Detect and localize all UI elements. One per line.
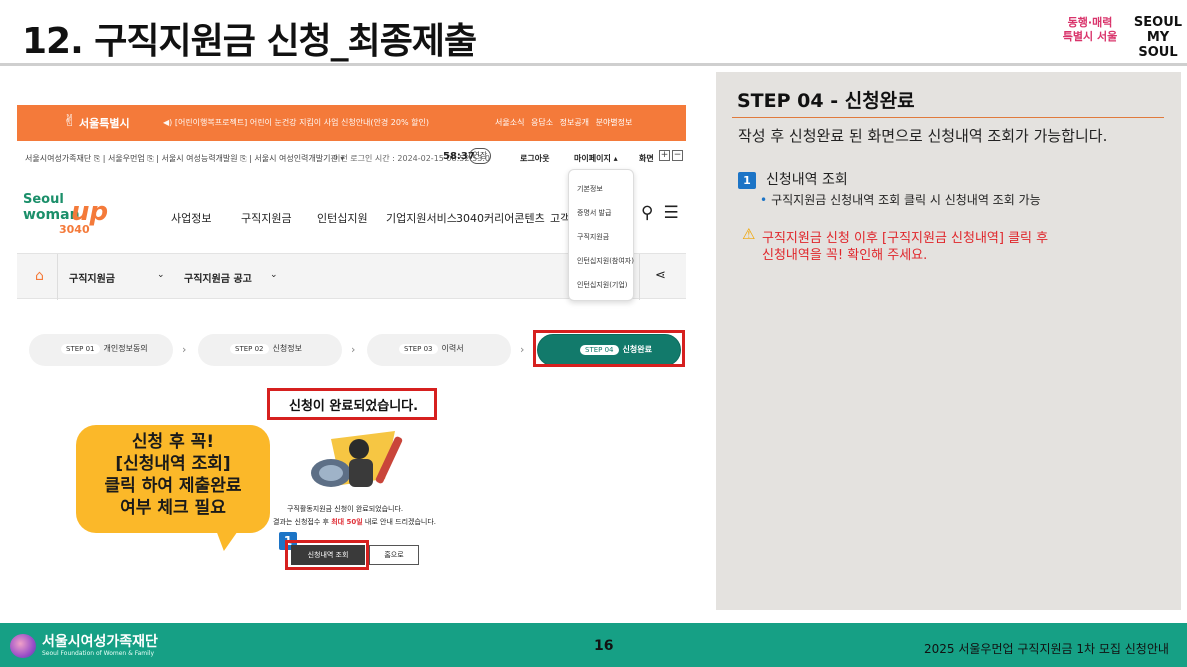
- step-3: STEP 03 이력서: [367, 334, 511, 366]
- nav-item-business-info[interactable]: 사업정보: [171, 210, 211, 226]
- chevron-down-icon[interactable]: ⌄: [270, 270, 278, 280]
- top-links[interactable]: 서울소식 응답소 정보공개 분야별정보: [495, 117, 632, 128]
- panel-step-title: STEP 04 - 신청완료: [737, 90, 915, 112]
- panel-description: 작성 후 신청완료 된 화면으로 신청내역 조회가 가능합니다.: [738, 127, 1108, 145]
- zoom-out-button[interactable]: −: [672, 150, 683, 161]
- warning-icon: ⚠: [742, 225, 756, 243]
- breadcrumb-select-category[interactable]: 구직지원금: [69, 270, 115, 285]
- highlight-box-step4: [533, 330, 685, 367]
- foundation-name-en: Seoul Foundation of Women & Family: [42, 650, 155, 657]
- logout-link[interactable]: 로그아웃: [520, 153, 549, 164]
- chevron-down-icon[interactable]: ⌄: [157, 270, 165, 280]
- bullet-icon: •: [760, 193, 768, 207]
- share-icon[interactable]: ⋖: [655, 268, 666, 283]
- completion-message: 구직활동지원금 신청이 완료되었습니다.: [287, 505, 404, 513]
- font-size-label: 화면: [639, 154, 654, 163]
- title-divider: [0, 63, 1187, 66]
- seoul-city-icon: ✌: [63, 111, 77, 130]
- extend-session-button[interactable]: 연장: [469, 148, 491, 164]
- result-notice: 결과는 신청접수 후 최대 50일 내로 안내 드리겠습니다.: [273, 518, 437, 526]
- home-button[interactable]: 홈으로: [369, 545, 419, 565]
- nav-item-internship[interactable]: 인턴십지원: [317, 210, 368, 226]
- panel-divider: [732, 117, 1164, 118]
- chevron-right-icon: ›: [520, 343, 525, 356]
- seoul-my-soul-logo: SEOUL MY SOUL: [1133, 15, 1183, 60]
- divider: [57, 254, 58, 300]
- mypage-menu[interactable]: 마이페이지 ▴: [574, 153, 618, 164]
- search-icon[interactable]: ⚲: [641, 203, 653, 223]
- divider: [639, 254, 640, 300]
- home-icon[interactable]: ⌂: [35, 268, 44, 284]
- instruction-callout: 신청 후 꼭! [신청내역 조회] 클릭 하여 제출완료 여부 체크 필요: [76, 425, 270, 533]
- menu-icon[interactable]: ☰: [663, 203, 678, 223]
- breadcrumb-select-page[interactable]: 구직지원금 공고: [184, 270, 252, 285]
- highlight-box-history-button: [285, 540, 369, 570]
- seoul-slogan-logo: 동행·매력 특별시 서울: [1062, 16, 1118, 43]
- nav-item-company-service[interactable]: 기업지원서비스: [386, 210, 457, 226]
- chevron-right-icon: ›: [351, 343, 356, 356]
- zoom-in-button[interactable]: +: [659, 150, 670, 161]
- dropdown-item-certificate[interactable]: 증명서 발급: [577, 208, 611, 218]
- step-1: STEP 01 개인정보동의: [29, 334, 173, 366]
- nav-item-job-support[interactable]: 구직지원금: [241, 210, 292, 226]
- highlight-box-title: [267, 388, 437, 420]
- mypage-dropdown: 기본정보 증명서 발급 구직지원금 인턴십지원(참여자) 인턴십지원(기업): [568, 169, 634, 301]
- dropdown-item-internship-participant[interactable]: 인턴십지원(참여자): [577, 256, 634, 266]
- page-number: 16: [594, 638, 614, 654]
- gnb-icons: ⚲ ☰: [641, 203, 686, 223]
- nav-item-career-content[interactable]: 3040커리어콘텐츠: [456, 210, 545, 226]
- site-top-bar: ✌ 서울특별시 ◀) [어린이행복프로젝트] 어린이 눈건강 지킴이 사업 신청…: [17, 105, 686, 141]
- step-2: STEP 02 신청정보: [198, 334, 342, 366]
- chevron-right-icon: ›: [182, 343, 187, 356]
- panel-warning-line2: 신청내역을 꼭! 확인해 주세요.: [762, 248, 928, 263]
- top-notice[interactable]: ◀) [어린이행복프로젝트] 어린이 눈건강 지킴이 사업 신청안내(안경 20…: [163, 117, 429, 128]
- foundation-name: 서울시여성가족재단: [42, 634, 158, 650]
- number-badge-1: 1: [738, 172, 756, 189]
- completion-illustration: [311, 431, 403, 487]
- slide-title: 12. 구직지원금 신청_최종제출: [22, 21, 477, 62]
- document-title: 2025 서울우먼업 구직지원금 1차 모집 신청안내: [924, 642, 1169, 656]
- dropdown-item-internship-company[interactable]: 인턴십지원(기업): [577, 280, 628, 290]
- dropdown-item-job-support[interactable]: 구직지원금: [577, 232, 609, 242]
- panel-item-title: 신청내역 조회: [766, 172, 848, 188]
- related-sites-links[interactable]: 서울시여성가족재단 ⎘ | 서울우먼업 ⎘ | 서울시 여성능력개발원 ⎘ | …: [25, 153, 344, 164]
- dropdown-item-basic-info[interactable]: 기본정보: [577, 184, 603, 194]
- foundation-logo-icon: [10, 634, 36, 658]
- explanation-panel: STEP 04 - 신청완료 작성 후 신청완료 된 화면으로 신청내역 조회가…: [716, 72, 1181, 610]
- website-screenshot: ✌ 서울특별시 ◀) [어린이행복프로젝트] 어린이 눈건강 지킴이 사업 신청…: [17, 105, 686, 575]
- slide-footer: 서울시여성가족재단 Seoul Foundation of Women & Fa…: [0, 623, 1187, 667]
- utility-bar: 서울시여성가족재단 ⎘ | 서울우먼업 ⎘ | 서울시 여성능력개발원 ⎘ | …: [17, 145, 686, 169]
- panel-item-detail: • 구직지원금 신청내역 조회 클릭 시 신청내역 조회 가능: [760, 193, 1041, 207]
- city-name[interactable]: 서울특별시: [79, 115, 130, 131]
- seoul-womanup-logo[interactable]: Seoul woman up 3040: [23, 193, 113, 243]
